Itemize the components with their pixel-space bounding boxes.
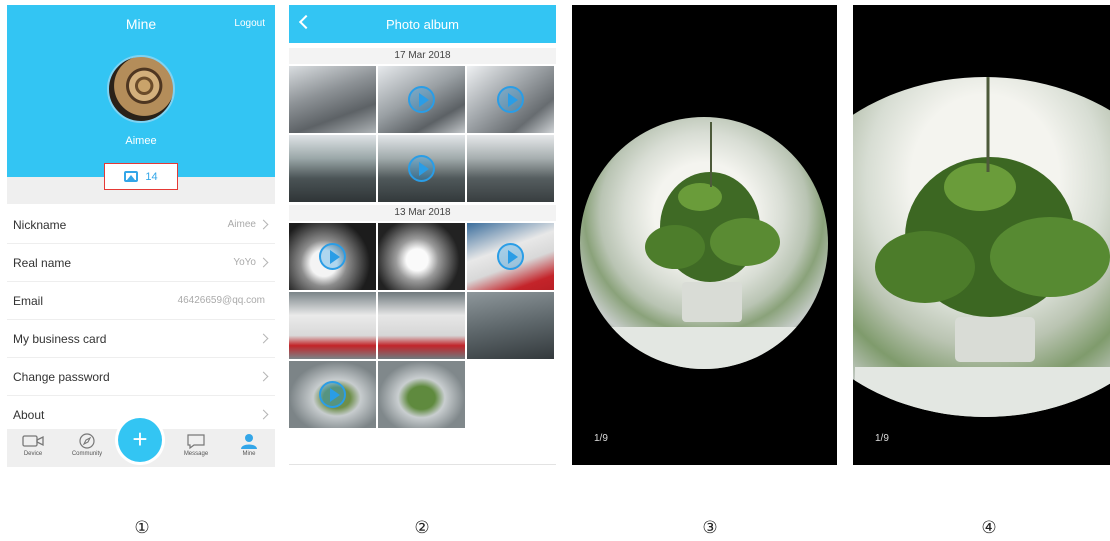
step-marker: ① xyxy=(134,518,150,537)
chevron-right-icon xyxy=(258,333,269,344)
photo-album-button[interactable]: 14 xyxy=(104,163,178,190)
tab-label: Device xyxy=(23,451,43,457)
step-marker: ④ xyxy=(981,518,997,537)
chevron-right-icon xyxy=(258,219,269,230)
step-marker: ② xyxy=(414,518,430,537)
album-header: Photo album xyxy=(289,5,556,43)
image-counter: 1/9 xyxy=(875,433,889,444)
user-icon xyxy=(241,434,257,449)
photo-thumbnail[interactable] xyxy=(378,361,465,428)
row-value: YoYo xyxy=(233,257,256,268)
profile-header: Mine Logout Aimee xyxy=(7,5,275,177)
date-header: 13 Mar 2018 xyxy=(289,205,556,221)
fisheye-photo[interactable] xyxy=(853,77,1110,417)
row-label: Change password xyxy=(13,369,110,384)
change-password-row[interactable]: Change password xyxy=(7,358,275,396)
plant-image xyxy=(855,77,1110,417)
photo-thumbnail[interactable] xyxy=(289,292,376,359)
video-thumbnail[interactable] xyxy=(289,223,376,290)
chevron-right-icon xyxy=(258,371,269,382)
chevron-right-icon xyxy=(258,257,269,268)
play-icon xyxy=(408,86,435,113)
photo-icon xyxy=(124,171,139,182)
settings-list: Nickname Aimee Real name YoYo Email 4642… xyxy=(7,206,275,434)
row-label: Nickname xyxy=(13,217,67,232)
image-counter: 1/9 xyxy=(594,433,608,444)
video-camera-icon xyxy=(22,435,44,447)
play-icon xyxy=(319,243,346,270)
play-icon xyxy=(408,155,435,182)
add-button[interactable]: + xyxy=(118,418,162,462)
tab-label: Message xyxy=(183,451,209,457)
row-value: 46426659@qq.com xyxy=(177,295,265,306)
business-card-row[interactable]: My business card xyxy=(7,320,275,358)
photo-thumbnail[interactable] xyxy=(289,135,376,202)
tab-community[interactable]: Community xyxy=(65,433,109,457)
video-thumbnail[interactable] xyxy=(378,66,465,133)
profile-screen: Mine Logout Aimee 14 Nickname Aimee Real… xyxy=(7,5,275,467)
user-name: Aimee xyxy=(125,135,157,147)
video-thumbnail[interactable] xyxy=(378,135,465,202)
step-marker: ③ xyxy=(702,518,718,537)
row-label: Real name xyxy=(13,255,72,270)
photo-viewer-screen: 1/9 xyxy=(572,5,837,465)
video-thumbnail[interactable] xyxy=(289,361,376,428)
play-icon xyxy=(319,381,346,408)
photo-thumbnail[interactable] xyxy=(467,135,554,202)
photo-thumbnail[interactable] xyxy=(378,292,465,359)
compass-icon xyxy=(79,433,95,449)
tab-device[interactable]: Device xyxy=(11,433,55,457)
date-header: 17 Mar 2018 xyxy=(289,48,556,64)
fisheye-photo[interactable] xyxy=(580,117,828,369)
logout-button[interactable]: Logout xyxy=(234,18,265,29)
tab-mine[interactable]: Mine xyxy=(227,433,271,457)
photo-count: 14 xyxy=(145,170,158,183)
photo-viewer-zoomed-screen: 1/9 xyxy=(853,5,1110,465)
photo-thumbnail[interactable] xyxy=(467,292,554,359)
chat-bubble-icon xyxy=(187,434,205,449)
row-value: Aimee xyxy=(227,219,256,230)
video-thumbnail[interactable] xyxy=(467,223,554,290)
tab-label: Mine xyxy=(242,451,256,457)
divider xyxy=(289,464,556,465)
row-label: My business card xyxy=(13,331,107,346)
email-row[interactable]: Email 46426659@qq.com xyxy=(7,282,275,320)
photo-album-screen: Photo album 17 Mar 2018 13 Mar 2018 xyxy=(289,5,556,485)
avatar[interactable] xyxy=(107,55,175,123)
tab-label: Community xyxy=(71,451,103,457)
play-icon xyxy=(497,86,524,113)
play-icon xyxy=(497,243,524,270)
plant-image xyxy=(580,122,828,369)
chevron-right-icon xyxy=(258,409,269,420)
nickname-row[interactable]: Nickname Aimee xyxy=(7,206,275,244)
photo-thumbnail[interactable] xyxy=(378,223,465,290)
tab-message[interactable]: Message xyxy=(174,433,218,457)
real-name-row[interactable]: Real name YoYo xyxy=(7,244,275,282)
row-label: Email xyxy=(13,293,44,308)
video-thumbnail[interactable] xyxy=(467,66,554,133)
photo-thumbnail[interactable] xyxy=(289,66,376,133)
page-title: Photo album xyxy=(386,17,459,32)
